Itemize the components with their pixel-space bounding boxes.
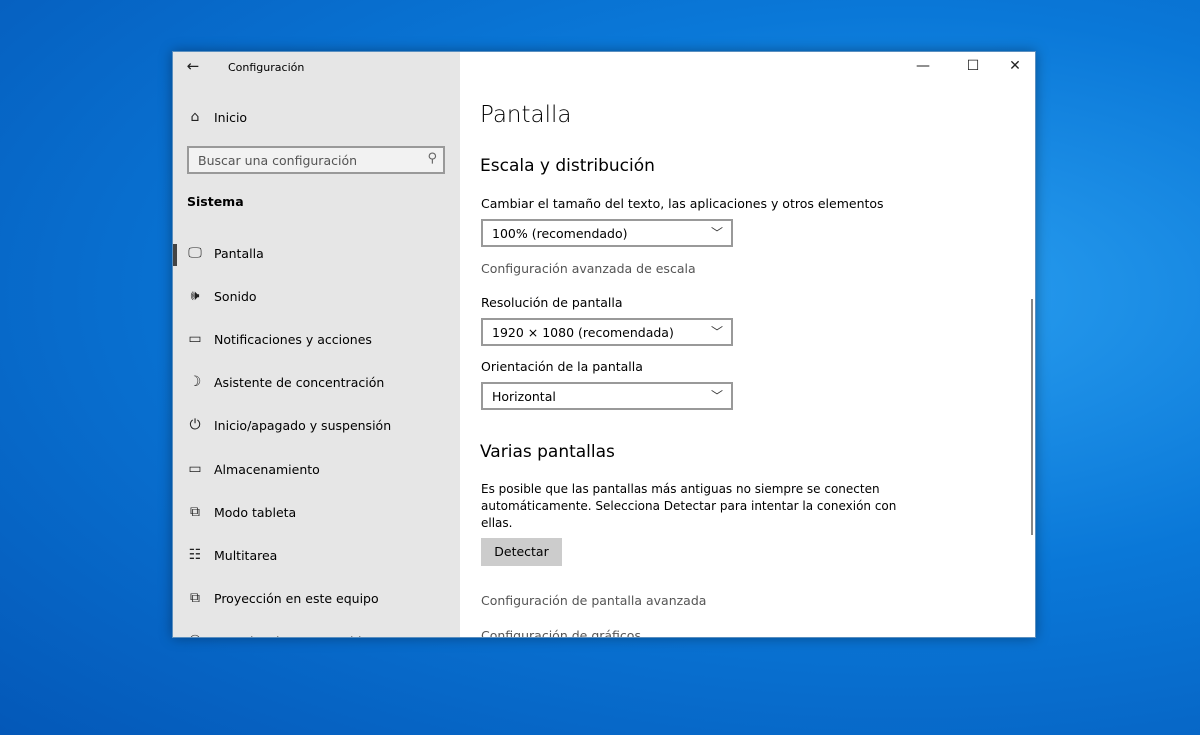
sidebar-item-proyecci-n-en-este-equipo[interactable]: ⧉ Proyección en este equipo [173,579,460,619]
tablet-icon: ⧉ [190,503,200,520]
selection-indicator [173,244,177,266]
sidebar-item-label: Pantalla [214,246,264,261]
minimize-button[interactable]: — [908,58,938,78]
chevron-down-icon: ﹀ [710,226,723,240]
multi-display-text: automáticamente. Selecciona Detectar par… [481,499,897,513]
sidebar-item-modo-tableta[interactable]: ⧉ Modo tableta [173,493,460,533]
search-icon: ⚲ [427,151,437,166]
sidebar-item-label: Experiencias compartidas [214,634,376,637]
orientation-label: Orientación de la pantalla [481,359,643,374]
close-button[interactable]: ✕ [1000,58,1030,78]
sidebar: ← Configuración ⌂ Inicio Buscar una conf… [173,52,460,637]
sidebar-item-label: Sonido [214,289,257,305]
sidebar-item-pantalla[interactable]: 🖵 Pantalla [173,234,460,274]
sidebar-item-sonido[interactable]: 🕪 Sonido [173,277,460,317]
multi-display-text: ellas. [481,516,513,530]
search-input[interactable]: Buscar una configuración ⚲ [187,146,445,174]
sidebar-item-label: Proyección en este equipo [214,590,379,606]
shared-icon: ⚇ [185,633,205,637]
sidebar-item-home[interactable]: ⌂ Inicio [173,98,460,138]
sidebar-item-label: Almacenamiento [214,461,320,477]
chevron-down-icon: ﹀ [710,389,723,403]
resolution-label: Resolución de pantalla [481,295,623,310]
sidebar-item-label: Notificaciones y acciones [214,332,372,348]
multi-display-text: Es posible que las pantallas más antigua… [481,482,880,496]
resolution-dropdown[interactable]: 1920 × 1080 (recomendada) ﹀ [481,318,733,346]
main-content: — ☐ ✕ Pantalla Escala y distribución Cam… [460,52,1035,637]
storage-icon: ▭ [188,460,202,477]
monitor-icon: 🖵 [188,245,202,261]
back-arrow-icon[interactable]: ← [183,57,203,75]
scrollbar[interactable] [1031,299,1033,535]
sidebar-item-almacenamiento[interactable]: ▭ Almacenamiento [173,450,460,490]
window-title: Configuración [228,61,305,74]
projection-icon: ⧉ [190,589,200,606]
scale-heading: Escala y distribución [480,156,655,176]
scale-label: Cambiar el tamaño del texto, las aplicac… [481,196,884,211]
sidebar-item-inicio-apagado-y-suspensi-n[interactable]: ⏻ Inicio/apagado y suspensión [173,406,460,446]
sidebar-item-multitarea[interactable]: ☷ Multitarea [173,536,460,576]
graphics-settings-link[interactable]: Configuración de gráficos [481,628,641,637]
notification-icon: ▭ [188,331,202,348]
sidebar-item-notificaciones-y-acciones[interactable]: ▭ Notificaciones y acciones [173,320,460,360]
sidebar-item-label: Inicio/apagado y suspensión [214,418,392,434]
sidebar-item-label: Modo tableta [214,504,297,520]
sidebar-item-asistente-de-concentraci-n[interactable]: ☽ Asistente de concentración [173,363,460,403]
sidebar-item-label: Multitarea [214,547,278,563]
chevron-down-icon: ﹀ [710,325,723,339]
scale-dropdown[interactable]: 100% (recomendado) ﹀ [481,219,733,247]
maximize-button[interactable]: ☐ [958,58,988,78]
section-heading: Sistema [187,194,244,209]
sidebar-item-label: Asistente de concentración [214,375,385,391]
sidebar-item-experiencias-compartidas[interactable]: ⚇ Experiencias compartidas [173,622,460,637]
advanced-display-link[interactable]: Configuración de pantalla avanzada [481,593,706,608]
orientation-dropdown[interactable]: Horizontal ﹀ [481,382,733,410]
advanced-scale-link[interactable]: Configuración avanzada de escala [481,261,696,276]
power-icon: ⏻ [189,417,201,434]
settings-window: ← Configuración ⌂ Inicio Buscar una conf… [172,51,1036,638]
multi-display-heading: Varias pantallas [480,442,615,462]
speaker-icon: 🕪 [190,288,200,305]
multitask-icon: ☷ [188,546,202,563]
home-icon: ⌂ [190,109,200,125]
page-title: Pantalla [480,102,572,128]
detect-button[interactable]: Detectar [481,538,562,566]
moon-icon: ☽ [188,374,202,391]
